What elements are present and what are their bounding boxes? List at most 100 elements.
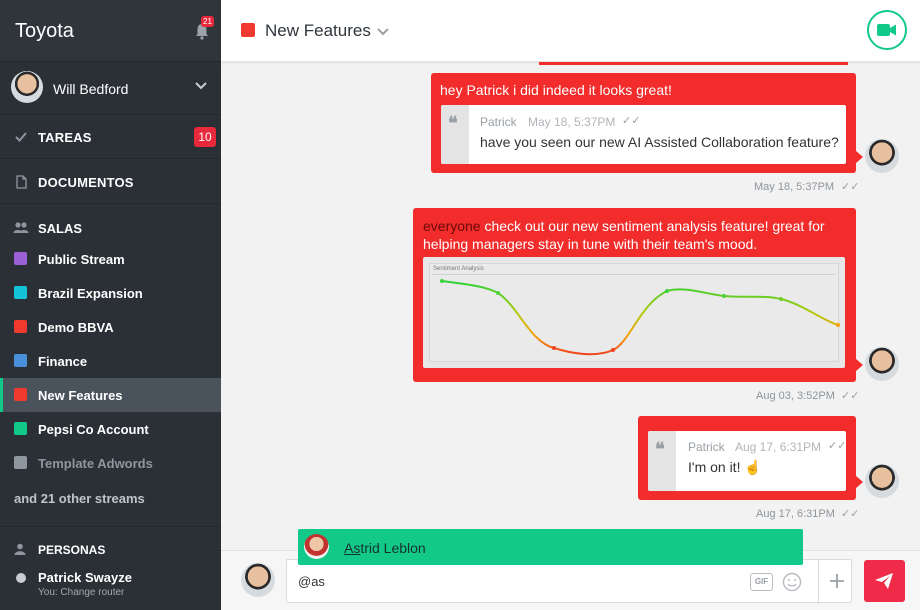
message-bubble[interactable]: ❝ Patrick Aug 17, 6:31PM ✓✓ I'm on it! ☝ — [638, 416, 856, 500]
message-text: everyone check out our new sentiment ana… — [423, 217, 843, 253]
suggestion-name: Astrid Leblon — [344, 540, 426, 556]
suggestion-rest: trid Leblon — [360, 540, 426, 556]
quote-text: I'm on it! ☝ — [688, 459, 762, 475]
room-header: New Features — [221, 0, 920, 62]
chart-point — [552, 346, 556, 350]
send-button[interactable] — [864, 560, 905, 602]
quote-time: Aug 17, 6:31PM — [735, 440, 822, 454]
room-color-square — [14, 354, 27, 367]
divider — [0, 526, 221, 527]
video-call-button[interactable] — [867, 10, 907, 50]
group-icon — [13, 222, 29, 233]
message-timestamp: Aug 03, 3:52PM — [756, 390, 835, 402]
read-receipt-icon: ✓✓ — [622, 115, 641, 127]
chart-point — [836, 323, 840, 327]
sidebar-item-documentos[interactable]: DOCUMENTOS — [0, 160, 221, 204]
bubble-tail — [856, 151, 863, 163]
sidebar: Toyota 21 Will Bedford TAREAS 10 DOCUMEN… — [0, 0, 221, 610]
quote-time: May 18, 5:37PM — [528, 115, 616, 129]
chart-point — [440, 279, 444, 283]
room-color-square — [14, 422, 27, 435]
room-item-finance[interactable]: Finance — [0, 344, 221, 378]
room-label: Finance — [38, 354, 88, 369]
room-label: Public Stream — [38, 252, 125, 267]
sidebar-item-tareas[interactable]: TAREAS — [0, 115, 221, 159]
document-icon — [16, 175, 27, 189]
gif-button[interactable]: GIF — [750, 573, 773, 591]
room-color-square — [241, 23, 255, 37]
message-body: check out our new sentiment analysis fea… — [423, 218, 825, 252]
chart-point — [611, 348, 615, 352]
room-item-new-features[interactable]: New Features — [0, 378, 221, 412]
message-text: hey Patrick i did indeed it looks great! — [440, 82, 672, 98]
message-bubble[interactable]: hey Patrick i did indeed it looks great!… — [431, 73, 856, 173]
message-avatar[interactable] — [865, 464, 899, 498]
read-receipt-icon: ✓✓ — [841, 508, 860, 520]
more-streams-link[interactable]: and 21 other streams — [14, 491, 145, 506]
personas-label: PERSONAS — [38, 543, 106, 557]
quote-text: have you seen our new AI Assisted Collab… — [480, 134, 839, 150]
room-color-square — [14, 252, 27, 265]
quote-author: Patrick — [688, 440, 725, 454]
quote-author: Patrick — [480, 115, 517, 129]
sidebar-item-label: TAREAS — [38, 130, 92, 145]
room-title[interactable]: New Features — [265, 21, 371, 41]
chart-point — [665, 289, 669, 293]
message-avatar[interactable] — [865, 139, 899, 173]
room-item-pepsi-co-account[interactable]: Pepsi Co Account — [0, 412, 221, 446]
suggestion-avatar — [304, 534, 329, 559]
quoted-message[interactable]: ❝ Patrick May 18, 5:37PM ✓✓ have you see… — [441, 105, 846, 164]
room-item-template-adwords[interactable]: Template Adwords — [0, 446, 221, 480]
room-color-square — [14, 456, 27, 469]
sentiment-line-chart — [440, 279, 840, 356]
room-label: Template Adwords — [38, 456, 153, 471]
room-label: New Features — [38, 388, 123, 403]
chart-point — [779, 297, 783, 301]
tareas-count-badge: 10 — [194, 127, 216, 147]
room-label: Demo BBVA — [38, 320, 114, 335]
person-name[interactable]: Patrick Swayze — [38, 570, 132, 585]
suggestion-match: As — [344, 540, 361, 556]
notification-badge: 21 — [201, 16, 214, 27]
room-color-square — [14, 388, 27, 401]
user-avatar[interactable] — [11, 71, 43, 103]
person-status: You: Change router — [38, 587, 125, 598]
bubble-tail — [856, 359, 863, 371]
chart-point — [722, 294, 726, 298]
composer-avatar — [241, 563, 275, 597]
video-camera-icon — [877, 24, 896, 36]
person-icon — [14, 543, 26, 555]
room-item-demo-bbva[interactable]: Demo BBVA — [0, 310, 221, 344]
sidebar-header: Toyota 21 — [0, 0, 221, 62]
check-icon — [15, 132, 27, 142]
room-item-brazil-expansion[interactable]: Brazil Expansion — [0, 276, 221, 310]
quote-icon: ❝ — [448, 113, 458, 134]
paper-plane-icon — [875, 573, 893, 589]
chevron-down-icon[interactable] — [195, 82, 207, 90]
message-input-value: @as — [298, 574, 325, 589]
room-item-public-stream[interactable]: Public Stream — [0, 242, 221, 276]
room-label: Pepsi Co Account — [38, 422, 149, 437]
bubble-tail — [856, 476, 863, 488]
mention-suggestion[interactable]: Astrid Leblon — [298, 529, 803, 565]
message-input[interactable]: @as GIF — [286, 559, 853, 604]
salas-label: SALAS — [38, 221, 83, 236]
app-title: Toyota — [15, 20, 74, 42]
presence-dot — [16, 573, 26, 583]
chart-preview: Sentiment Analysis — [429, 263, 840, 362]
user-name[interactable]: Will Bedford — [53, 81, 128, 97]
room-color-square — [14, 286, 27, 299]
previous-message-edge — [539, 62, 848, 65]
image-attachment[interactable]: Sentiment Analysis — [423, 257, 845, 368]
message-timestamp: May 18, 5:37PM — [754, 181, 835, 193]
message-avatar[interactable] — [865, 347, 899, 381]
read-receipt-icon: ✓✓ — [828, 440, 846, 452]
mention-everyone[interactable]: everyone — [423, 218, 481, 234]
emoji-icon[interactable] — [782, 572, 802, 592]
message-timestamp: Aug 17, 6:31PM — [756, 508, 835, 520]
chevron-down-icon[interactable] — [377, 28, 389, 36]
room-label: Brazil Expansion — [38, 286, 143, 301]
plus-icon — [830, 574, 844, 588]
quoted-message[interactable]: ❝ Patrick Aug 17, 6:31PM ✓✓ I'm on it! ☝ — [648, 431, 846, 491]
attach-button[interactable] — [818, 560, 853, 604]
